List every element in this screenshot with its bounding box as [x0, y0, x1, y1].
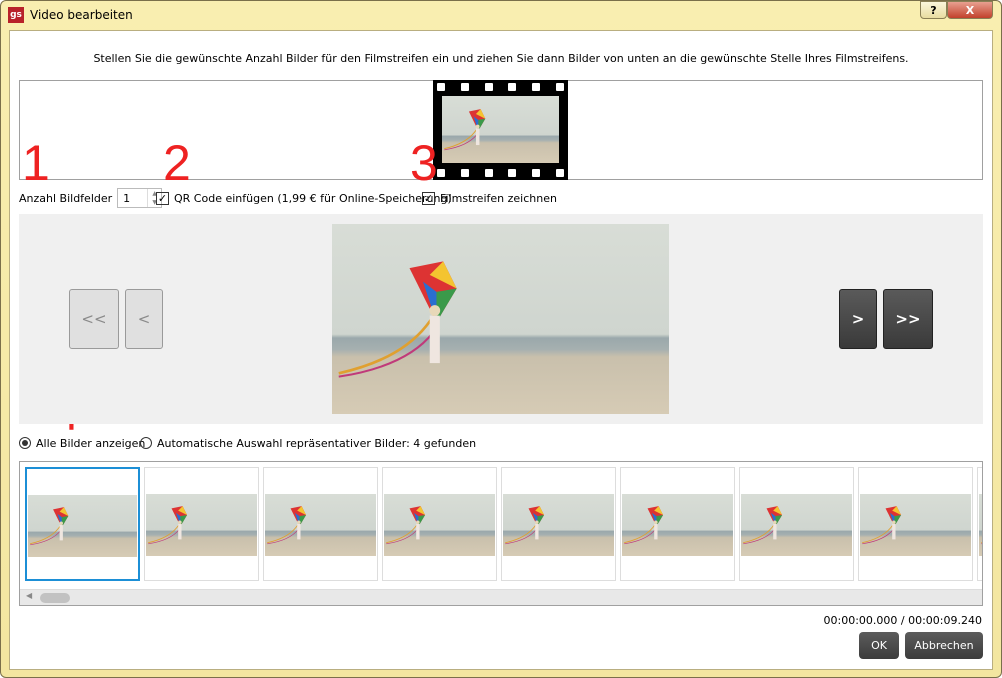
radio-unselected-icon[interactable]: [140, 437, 152, 449]
title-bar: gs Video bearbeiten: [8, 5, 133, 25]
qr-checkbox[interactable]: ✓ QR Code einfügen (1,99 € für Online-Sp…: [156, 188, 452, 208]
horizontal-scrollbar[interactable]: ◀: [20, 589, 982, 605]
qr-label: QR Code einfügen (1,99 € für Online-Spei…: [174, 191, 452, 205]
scroll-left-icon[interactable]: ◀: [26, 591, 32, 600]
radio-all-label: Alle Bilder anzeigen: [36, 436, 146, 450]
frames-control: Anzahl Bildfelder 1 ▲ ▼: [19, 188, 163, 208]
annotation-1: 1: [22, 135, 50, 191]
window-title: Video bearbeiten: [30, 8, 133, 22]
next-button[interactable]: >: [839, 289, 877, 349]
thumbnail-list[interactable]: ◀: [19, 461, 983, 606]
cancel-button[interactable]: Abbrechen: [905, 632, 983, 659]
help-button[interactable]: ?: [920, 1, 947, 19]
annotation-3: 3: [410, 135, 438, 191]
radio-auto[interactable]: Automatische Auswahl repräsentativer Bil…: [140, 433, 476, 453]
filmstrip-frame[interactable]: [433, 80, 568, 180]
radio-selected-icon[interactable]: [19, 437, 31, 449]
thumbnail-item[interactable]: [620, 467, 735, 581]
prev-button[interactable]: <: [125, 289, 163, 349]
first-button[interactable]: <<: [69, 289, 119, 349]
radio-all[interactable]: Alle Bilder anzeigen: [19, 433, 145, 453]
thumbnail-item[interactable]: [25, 467, 140, 581]
filmstrip-checkbox[interactable]: ✓ Filmstreifen zeichnen: [422, 188, 557, 208]
thumbnail-item[interactable]: [382, 467, 497, 581]
frames-label: Anzahl Bildfelder: [19, 191, 113, 205]
app-icon: gs: [8, 7, 24, 23]
filmstrip-label: Filmstreifen zeichnen: [440, 191, 557, 205]
instruction-text: Stellen Sie die gewünschte Anzahl Bilder…: [93, 52, 909, 65]
thumbnail-item[interactable]: [144, 467, 259, 581]
thumbnail-item[interactable]: [739, 467, 854, 581]
annotation-2: 2: [163, 135, 191, 191]
time-display: 00:00:00.000 / 00:00:09.240: [823, 614, 983, 627]
frames-value[interactable]: 1: [123, 192, 130, 205]
thumbnail-item[interactable]: [501, 467, 616, 581]
radio-auto-label: Automatische Auswahl repräsentativer Bil…: [157, 436, 477, 450]
thumbnail-item[interactable]: [977, 467, 982, 581]
preview-image: [332, 224, 669, 414]
close-button[interactable]: X: [947, 1, 993, 19]
thumbnail-item[interactable]: [263, 467, 378, 581]
last-button[interactable]: >>: [883, 289, 933, 349]
scrollbar-thumb[interactable]: [40, 593, 70, 603]
checkbox-checked-icon[interactable]: ✓: [156, 191, 169, 205]
thumbnail-item[interactable]: [858, 467, 973, 581]
checkbox-checked-icon[interactable]: ✓: [422, 191, 435, 205]
ok-button[interactable]: OK: [859, 632, 899, 659]
